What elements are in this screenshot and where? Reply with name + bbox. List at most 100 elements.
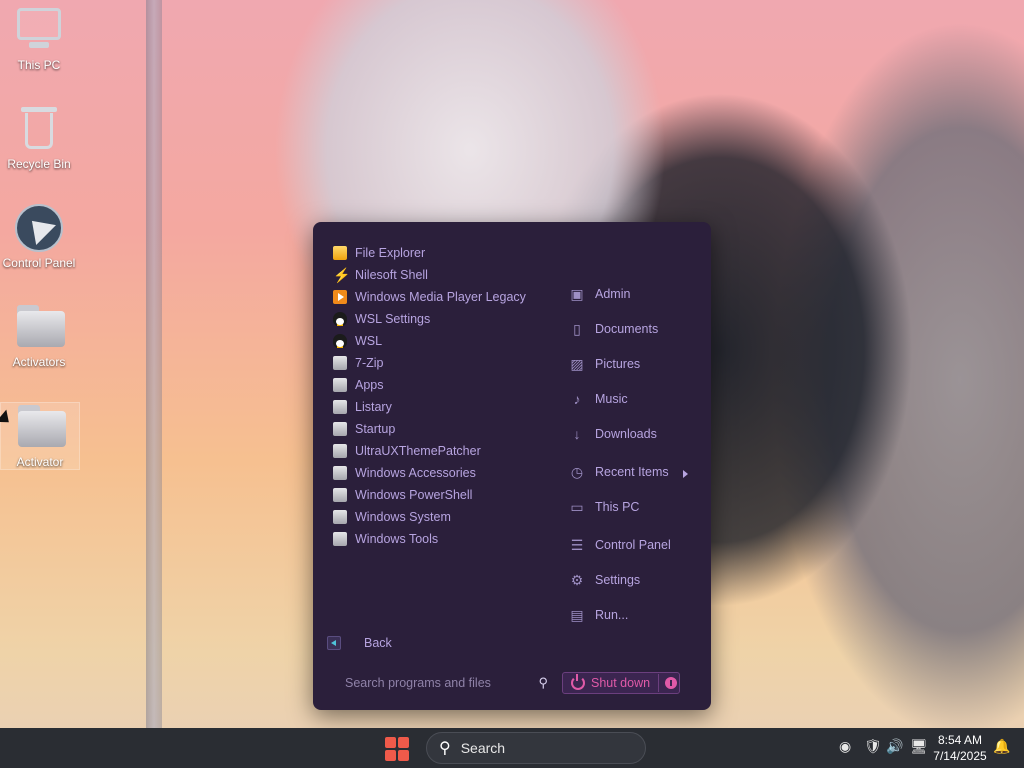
gear-icon: ⚙ <box>570 572 584 588</box>
program-item-wsl-settings[interactable]: WSL Settings <box>333 308 430 330</box>
folder-icon <box>333 356 347 370</box>
volume-icon[interactable]: 🔊 <box>886 738 903 755</box>
place-label: Recent Items <box>595 465 669 479</box>
place-item-settings[interactable]: ⚙ Settings <box>569 569 640 591</box>
folder-icon <box>333 466 347 480</box>
run-icon: ▤ <box>570 607 584 623</box>
security-tray-icon[interactable]: 🛡 <box>864 738 882 755</box>
program-label: Startup <box>355 422 396 436</box>
place-label: Documents <box>595 322 659 336</box>
program-label: Listary <box>355 400 392 414</box>
program-item-media-player[interactable]: Windows Media Player Legacy <box>333 286 526 308</box>
desktop-icon-control-panel[interactable]: Control Panel <box>0 204 78 270</box>
desktop-icon-label: Recycle Bin <box>7 157 71 171</box>
system-clock[interactable]: 8:54 AM 7/14/2025 <box>930 732 990 764</box>
program-label: Windows Media Player Legacy <box>355 290 526 304</box>
folder-icon <box>333 422 347 436</box>
desktop-icon-activators[interactable]: Activators <box>0 303 78 369</box>
nilesoft-shell-icon: ⚡ <box>333 267 351 283</box>
shutdown-divider <box>658 674 660 692</box>
search-icon: ⚲ <box>439 740 451 757</box>
place-item-control-panel[interactable]: ☰ Control Panel <box>569 534 671 556</box>
place-label: Admin <box>595 287 631 301</box>
start-button[interactable] <box>385 737 409 761</box>
place-item-run[interactable]: ▤ Run... <box>569 604 628 626</box>
recycle-bin-icon <box>15 105 63 153</box>
desktop-icon-label: Activator <box>16 455 64 469</box>
program-item-file-explorer[interactable]: File Explorer <box>333 242 425 264</box>
program-folder-windows-powershell[interactable]: Windows PowerShell <box>333 484 472 506</box>
program-label: Windows Accessories <box>355 466 476 480</box>
place-label: Settings <box>595 573 641 587</box>
clock-icon: ◷ <box>570 464 584 480</box>
place-item-admin[interactable]: ▣ Admin <box>569 283 630 305</box>
folder-icon <box>16 403 66 451</box>
place-label: Control Panel <box>595 538 671 552</box>
network-icon[interactable]: 🖥 <box>910 738 928 755</box>
user-folder-icon: ▣ <box>570 286 584 302</box>
place-item-pictures[interactable]: ▨ Pictures <box>569 353 640 375</box>
program-item-nilesoft-shell[interactable]: ⚡ Nilesoft Shell <box>333 264 428 286</box>
download-icon: ↓ <box>573 426 581 442</box>
start-menu: File Explorer ⚡ Nilesoft Shell Windows M… <box>313 222 711 710</box>
desktop-icon-recycle-bin[interactable]: Recycle Bin <box>0 105 78 171</box>
place-item-downloads[interactable]: ↓ Downloads <box>569 423 657 445</box>
program-folder-windows-system[interactable]: Windows System <box>333 506 451 528</box>
shutdown-label: Shut down <box>591 676 651 690</box>
taskbar-search-label: Search <box>460 740 506 756</box>
program-label: WSL <box>355 334 383 348</box>
back-label: Back <box>364 636 392 650</box>
file-explorer-icon <box>333 246 347 260</box>
picture-icon: ▨ <box>570 356 584 372</box>
wallpaper-pole <box>146 0 162 728</box>
place-item-this-pc[interactable]: ▭ This PC <box>569 496 639 518</box>
program-label: Windows System <box>355 510 451 524</box>
shutdown-options-icon[interactable] <box>665 677 678 689</box>
folder-icon <box>333 444 347 458</box>
program-folder-windows-tools[interactable]: Windows Tools <box>333 528 438 550</box>
place-label: Music <box>595 392 628 406</box>
computer-icon: ▭ <box>570 499 584 515</box>
place-label: Pictures <box>595 357 641 371</box>
program-label: WSL Settings <box>355 312 431 326</box>
program-item-wsl[interactable]: WSL <box>333 330 382 352</box>
program-folder-ultrauxthemepatcher[interactable]: UltraUXThemePatcher <box>333 440 481 462</box>
back-button[interactable]: Back <box>327 636 392 650</box>
place-label: Downloads <box>595 427 657 441</box>
tux-icon <box>333 334 347 348</box>
program-label: Apps <box>355 378 384 392</box>
media-player-icon <box>333 290 347 304</box>
notification-bell-icon[interactable]: 🔔 <box>993 738 1010 755</box>
folder-icon <box>15 303 65 351</box>
chrome-tray-icon[interactable]: ◉ <box>839 738 851 755</box>
folder-icon <box>333 488 347 502</box>
program-folder-apps[interactable]: Apps <box>333 374 384 396</box>
place-item-music[interactable]: ♪ Music <box>569 388 628 410</box>
place-item-recent-items[interactable]: ◷ Recent Items <box>569 461 669 483</box>
desktop-icon-label: Control Panel <box>2 256 76 270</box>
program-folder-7zip[interactable]: 7-Zip <box>333 352 383 374</box>
desktop-icon-this-pc[interactable]: This PC <box>0 6 78 72</box>
desktop-icon-label: This PC <box>17 58 61 72</box>
place-label: This PC <box>595 500 640 514</box>
folder-icon <box>333 532 347 546</box>
program-label: File Explorer <box>355 246 426 260</box>
clock-time: 8:54 AM <box>937 733 983 747</box>
taskbar-search[interactable]: ⚲ Search <box>426 732 646 764</box>
start-search-input[interactable] <box>333 676 525 690</box>
search-icon[interactable]: ⚲ <box>538 675 548 691</box>
program-label: Nilesoft Shell <box>355 268 428 282</box>
desktop-icon-activator[interactable]: Activator <box>0 402 80 470</box>
control-panel-icon <box>15 204 63 252</box>
place-item-documents[interactable]: ▯ Documents <box>569 318 658 340</box>
program-folder-startup[interactable]: Startup <box>333 418 395 440</box>
music-icon: ♪ <box>573 391 581 407</box>
folder-icon <box>333 400 347 414</box>
power-icon <box>571 674 585 690</box>
program-folder-listary[interactable]: Listary <box>333 396 392 418</box>
shutdown-button[interactable]: Shut down <box>562 672 680 694</box>
submenu-arrow-icon <box>683 470 688 478</box>
place-label: Run... <box>595 608 629 622</box>
program-folder-windows-accessories[interactable]: Windows Accessories <box>333 462 476 484</box>
clock-date: 7/14/2025 <box>933 749 987 763</box>
